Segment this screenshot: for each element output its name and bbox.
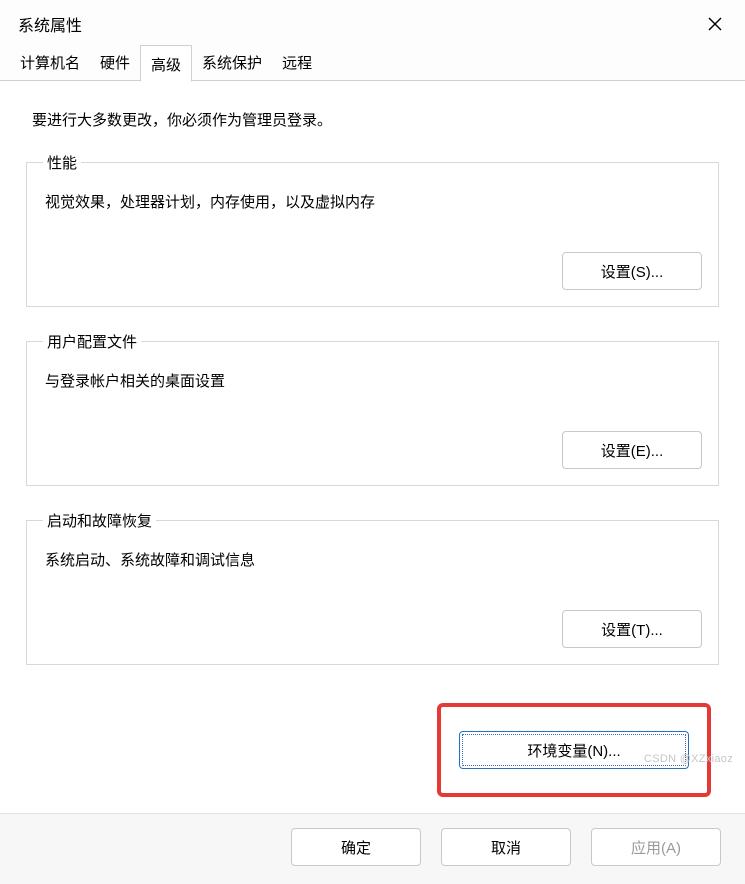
performance-desc: 视觉效果，处理器计划，内存使用，以及虚拟内存 xyxy=(45,191,702,212)
environment-variables-row: 环境变量(N)... xyxy=(26,689,719,803)
highlight-box: 环境变量(N)... xyxy=(437,703,711,797)
tab-content-advanced: 要进行大多数更改，你必须作为管理员登录。 性能 视觉效果，处理器计划，内存使用，… xyxy=(0,80,745,813)
cancel-button[interactable]: 取消 xyxy=(441,828,571,866)
tab-remote[interactable]: 远程 xyxy=(272,44,322,81)
startup-recovery-group: 启动和故障恢复 系统启动、系统故障和调试信息 设置(T)... xyxy=(26,510,719,665)
user-profiles-settings-button[interactable]: 设置(E)... xyxy=(562,431,702,469)
performance-settings-button[interactable]: 设置(S)... xyxy=(562,252,702,290)
user-profiles-desc: 与登录帐户相关的桌面设置 xyxy=(45,370,702,391)
ok-button[interactable]: 确定 xyxy=(291,828,421,866)
watermark-text: CSDN @XZxiaoz xyxy=(644,753,733,765)
admin-note: 要进行大多数更改，你必须作为管理员登录。 xyxy=(32,109,713,130)
tab-system-protection[interactable]: 系统保护 xyxy=(192,44,272,81)
startup-recovery-desc: 系统启动、系统故障和调试信息 xyxy=(45,549,702,570)
close-button[interactable] xyxy=(701,10,729,38)
apply-button[interactable]: 应用(A) xyxy=(591,828,721,866)
tab-computer-name[interactable]: 计算机名 xyxy=(10,44,90,81)
tab-advanced[interactable]: 高级 xyxy=(140,45,192,82)
user-profiles-legend: 用户配置文件 xyxy=(43,331,141,352)
window-title: 系统属性 xyxy=(18,12,82,36)
dialog-footer: 确定 取消 应用(A) xyxy=(0,813,745,884)
system-properties-dialog: 系统属性 计算机名 硬件 高级 系统保护 远程 要进行大多数更改，你必须作为管理… xyxy=(0,0,745,835)
startup-recovery-legend: 启动和故障恢复 xyxy=(43,510,156,531)
tab-hardware[interactable]: 硬件 xyxy=(90,44,140,81)
performance-legend: 性能 xyxy=(43,152,81,173)
user-profiles-group: 用户配置文件 与登录帐户相关的桌面设置 设置(E)... xyxy=(26,331,719,486)
performance-group: 性能 视觉效果，处理器计划，内存使用，以及虚拟内存 设置(S)... xyxy=(26,152,719,307)
titlebar: 系统属性 xyxy=(0,0,745,44)
close-icon xyxy=(708,17,722,31)
tab-strip: 计算机名 硬件 高级 系统保护 远程 xyxy=(0,44,745,81)
startup-recovery-settings-button[interactable]: 设置(T)... xyxy=(562,610,702,648)
